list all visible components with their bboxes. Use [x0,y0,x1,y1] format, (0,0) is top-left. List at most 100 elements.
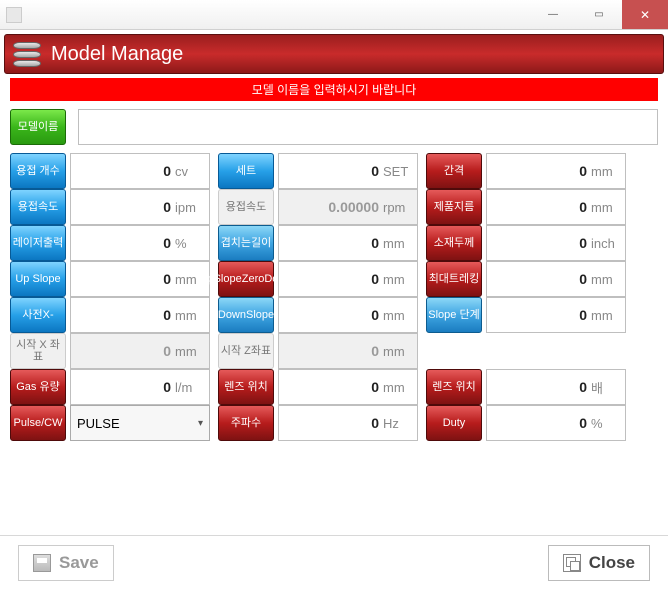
select-pulse-cw[interactable]: PULSE▾ [70,405,210,441]
value-input[interactable]: 0ipm [70,189,210,225]
form-cell: 레이저출력0% [10,225,210,261]
form-cell: 소재두께0inch [426,225,626,261]
value-input[interactable]: 0mm [70,297,210,333]
save-label: Save [59,553,99,573]
field-label: 주파수 [218,405,274,441]
value-text: 0 [163,271,171,287]
value-text: 0 [371,235,379,251]
unit-text: mm [383,344,411,359]
value-text: 0 [371,163,379,179]
unit-text: Hz [383,416,411,431]
value-input[interactable]: 0inch [486,225,626,261]
value-input[interactable]: 0% [70,225,210,261]
value-input[interactable]: 0 SET [278,153,418,189]
field-label: 간격 [426,153,482,189]
field-label: 렌즈 위치 [426,369,482,405]
form-cell: 시작 X 좌표 0 mm [10,333,210,369]
field-label: Duty [426,405,482,441]
close-label: Close [589,553,635,573]
unit-text: mm [175,308,203,323]
window-maximize-button[interactable] [576,0,622,29]
unit-text: mm [175,344,203,359]
value-input: 0.00000rpm [278,189,418,225]
field-label: 소재두께 [426,225,482,261]
value-text: 0 [163,163,171,179]
value-text: 0 [579,163,587,179]
window-close-button[interactable] [622,0,668,29]
field-label: 세트 [218,153,274,189]
value-input[interactable]: 0 cv [70,153,210,189]
form-cell: 최대트레킹0mm [426,261,626,297]
form-cell: Duty0% [426,405,626,441]
value-text: 0 [579,415,587,431]
value-input: 0 mm [70,333,210,369]
value-text: 0 [371,307,379,323]
unit-text: cv [175,164,203,179]
form-cell: 용접속도0ipm [10,189,210,225]
field-label: Gas 유량 [10,369,66,405]
unit-text: 배 [591,378,619,397]
form-cell: UpSlopeZeroDelay0mm [218,261,418,297]
value-input[interactable]: 0% [486,405,626,441]
form-cell: Gas 유량0l/m [10,369,210,405]
unit-text: % [591,416,619,431]
database-icon [13,40,41,68]
form-cell: 용접속도0.00000rpm [218,189,418,225]
value-text: 0 [371,271,379,287]
value-text: 0 [163,343,171,359]
input-model-name[interactable] [78,109,658,145]
form-cell: 렌즈 위치0mm [218,369,418,405]
value-text: 0 [579,307,587,323]
form-row: 용접 개수0cv세트0SET간격0mm [10,153,658,189]
value-input[interactable]: 0 mm [278,225,418,261]
form-cell: 겹치는길이0mm [218,225,418,261]
value-input[interactable]: 0 mm [486,297,626,333]
value-input[interactable]: 0배 [486,369,626,405]
form-grid: 모델이름 용접 개수0cv세트0SET간격0mm용접속도0ipm용접속도0.00… [0,105,668,445]
close-button[interactable]: Close [548,545,650,581]
save-icon [33,554,51,572]
save-button[interactable]: Save [18,545,114,581]
unit-text: mm [383,308,411,323]
value-input[interactable]: 0mm [486,261,626,297]
close-icon [563,554,581,572]
value-input[interactable]: 0 mm [486,189,626,225]
field-label: 시작 X 좌표 [10,333,66,369]
unit-text: SET [383,164,411,179]
field-label: UpSlopeZeroDelay [218,261,274,297]
value-text: 0 [371,415,379,431]
value-text: 0 [371,343,379,359]
form-cell: Up Slope0mm [10,261,210,297]
value-input[interactable]: 0mm [70,261,210,297]
form-row: 레이저출력0%겹치는길이0mm소재두께0inch [10,225,658,261]
window-minimize-button[interactable] [530,0,576,29]
value-input[interactable]: 0mm [486,153,626,189]
form-cell: 용접 개수0cv [10,153,210,189]
value-input[interactable]: 0l/m [70,369,210,405]
value-text: 0 [371,379,379,395]
form-cell: 간격0mm [426,153,626,189]
form-cell: Slope 단계0mm [426,297,626,333]
form-row: Pulse/CWPULSE▾주파수0HzDuty0% [10,405,658,441]
form-cell: 주파수 0 Hz [218,405,418,441]
unit-text: mm [591,308,619,323]
unit-text: l/m [175,380,203,395]
value-input[interactable]: 0 mm [278,369,418,405]
form-row: Gas 유량0l/m렌즈 위치0mm렌즈 위치0배 [10,369,658,405]
value-text: 0 [579,199,587,215]
unit-text: mm [591,200,619,215]
form-cell: 제품지름 0 mm [426,189,626,225]
value-input[interactable]: 0mm [278,261,418,297]
value-input[interactable]: 0 mm [278,297,418,333]
row-model-name: 모델이름 [10,109,658,145]
value-input[interactable]: 0 Hz [278,405,418,441]
label-model-name: 모델이름 [10,109,66,145]
field-label: 사전X- [10,297,66,333]
form-row: 시작 X 좌표0mm시작 Z좌표0mm [10,333,658,369]
value-input: 0 mm [278,333,418,369]
unit-text: mm [383,236,411,251]
form-cell: 사전X-0mm [10,297,210,333]
unit-text: mm [383,380,411,395]
window-titlebar [0,0,668,30]
field-label: 제품지름 [426,189,482,225]
